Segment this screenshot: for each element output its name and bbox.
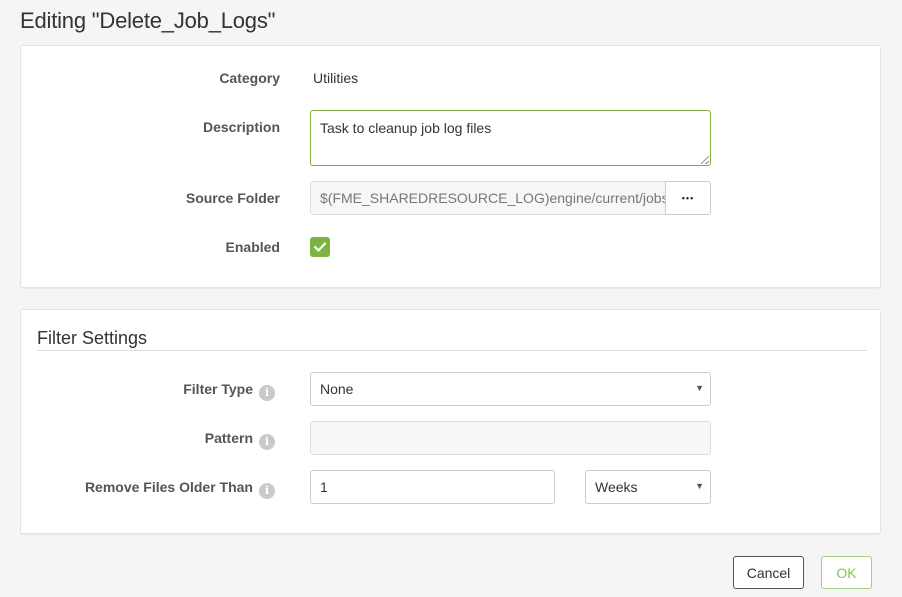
ok-button[interactable]: OK	[821, 556, 872, 589]
resize-grip-icon[interactable]	[701, 156, 709, 164]
remove-older-label-text: Remove Files Older Than	[84, 479, 253, 495]
caret-down-icon: ▼	[695, 383, 704, 393]
browse-button[interactable]: •••	[665, 181, 711, 215]
checkmark-icon	[314, 242, 326, 252]
remove-older-label: Remove Files Older Than i	[85, 479, 275, 499]
info-icon[interactable]: i	[259, 483, 275, 499]
source-folder-input[interactable]: $(FME_SHAREDRESOURCE_LOG)engine/current/…	[310, 181, 669, 215]
time-unit-value: Weeks	[595, 479, 638, 495]
pattern-label: Pattern i	[205, 430, 275, 450]
description-wrapper: Task to cleanup job log files	[310, 110, 711, 166]
filter-type-label: Filter Type i	[183, 381, 275, 401]
filter-settings-panel: Filter Settings Filter Type i None ▼ Patt…	[20, 309, 881, 534]
section-divider	[37, 350, 867, 351]
description-label: Description	[202, 119, 280, 135]
pattern-label-text: Pattern	[204, 430, 253, 446]
filter-settings-heading: Filter Settings	[37, 328, 148, 348]
source-folder-label: Source Folder	[185, 190, 280, 206]
category-value: Utilities	[313, 70, 359, 86]
caret-down-icon: ▼	[695, 481, 704, 491]
filter-type-value: None	[320, 381, 354, 397]
remove-older-value: 1	[320, 479, 328, 495]
time-unit-select[interactable]: Weeks ▼	[585, 470, 711, 504]
filter-type-label-text: Filter Type	[183, 381, 253, 397]
info-icon[interactable]: i	[259, 385, 275, 401]
source-folder-value: $(FME_SHAREDRESOURCE_LOG)engine/current/…	[320, 190, 669, 206]
general-settings-panel: Category Utilities Description Task to c…	[20, 45, 881, 288]
enabled-label: Enabled	[225, 239, 280, 255]
category-label: Category	[219, 70, 280, 86]
ellipsis-icon: •••	[681, 193, 695, 203]
cancel-button[interactable]: Cancel	[733, 556, 804, 589]
info-icon[interactable]: i	[259, 434, 275, 450]
pattern-input[interactable]	[310, 421, 711, 455]
filter-type-select[interactable]: None ▼	[310, 372, 711, 406]
remove-older-input[interactable]: 1	[310, 470, 555, 504]
enabled-checkbox[interactable]	[310, 237, 330, 257]
page-title: Editing "Delete_Job_Logs"	[20, 8, 276, 33]
description-textarea[interactable]: Task to cleanup job log files	[310, 110, 711, 166]
